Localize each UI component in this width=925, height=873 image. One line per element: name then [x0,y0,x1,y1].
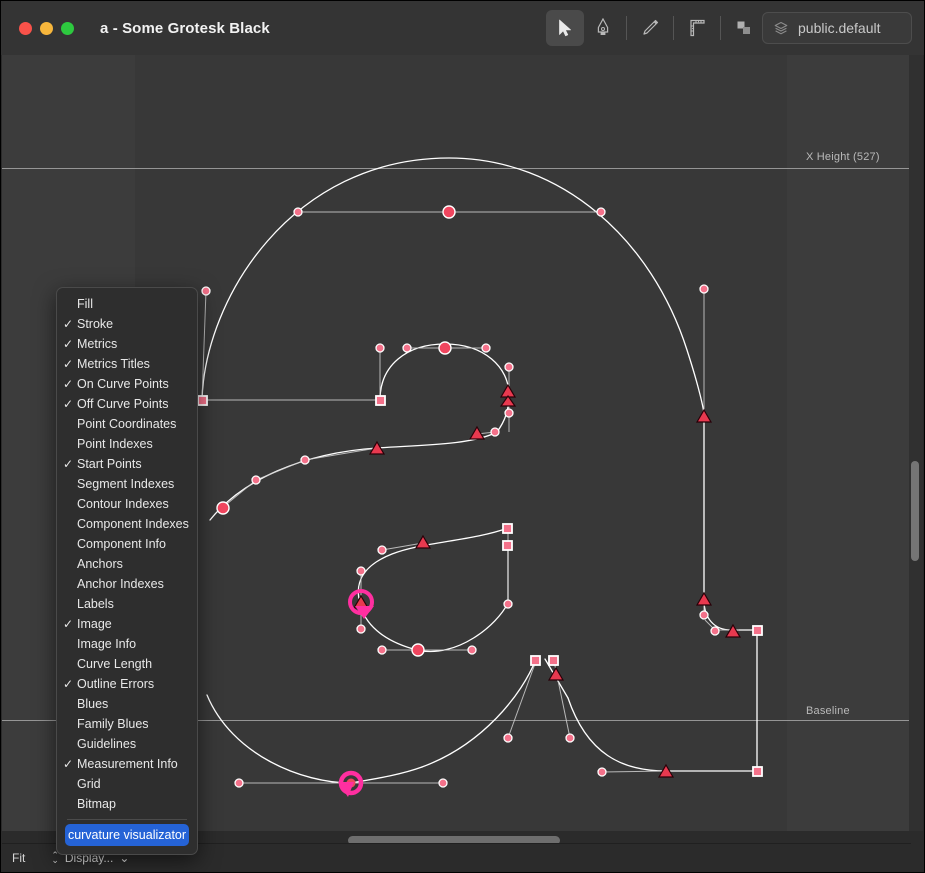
ruler-icon [689,19,705,37]
menu-item-label: Fill [77,297,93,311]
layers-icon [774,21,788,35]
menu-item-label: Start Points [77,457,142,471]
menu-item-contour-indexes[interactable]: Contour Indexes [57,494,197,514]
menu-item-label: Image [77,617,112,631]
menu-item-grid[interactable]: Grid [57,774,197,794]
menu-item-stroke[interactable]: ✓ Stroke [57,314,197,334]
outline-error-markers[interactable] [352,383,742,778]
menu-item-label: Off Curve Points [77,397,169,411]
menu-item-label: Blues [77,697,109,711]
corner-points[interactable] [197,395,763,777]
pen-tool[interactable] [584,10,622,46]
minimize-button[interactable] [40,21,53,35]
menu-item-label: Point Indexes [77,437,153,451]
checkmark-icon: ✓ [63,617,74,631]
layer-selector[interactable]: public.default [762,12,912,44]
menu-item-image-info[interactable]: Image Info [57,634,197,654]
shape-tool[interactable] [725,10,763,46]
glyph-editor-window: a - Some Grotesk Black public.default X … [0,0,925,873]
checkmark-icon: ✓ [63,317,74,331]
menu-separator [67,819,187,820]
menu-item-label: Labels [77,597,114,611]
menu-item-label: On Curve Points [77,377,169,391]
menu-item-outline-errors[interactable]: ✓ Outline Errors [57,674,197,694]
menu-item-label: Contour Indexes [77,497,169,511]
select-arrow-tool[interactable] [546,10,584,46]
menu-item-anchors[interactable]: Anchors [57,554,197,574]
menu-item-label: Stroke [77,317,114,331]
off-curve-points[interactable] [201,207,720,788]
menu-item-blues[interactable]: Blues [57,694,197,714]
checkmark-icon: ✓ [63,757,74,771]
menu-item-anchor-indexes[interactable]: Anchor Indexes [57,574,197,594]
arrow-cursor-icon [558,19,571,37]
menu-item-label: Bitmap [77,797,116,811]
title-bar: a - Some Grotesk Black public.default [1,1,924,55]
menu-item-metrics[interactable]: ✓ Metrics [57,334,197,354]
menu-item-component-info[interactable]: Component Info [57,534,197,554]
display-options-menu[interactable]: Fill ✓ Stroke ✓ Metrics ✓ Metrics Titles ✓ On Cu… [56,287,198,855]
menu-item-point-coordinates[interactable]: Point Coordinates [57,414,197,434]
checkmark-icon: ✓ [63,677,74,691]
menu-item-label: Anchor Indexes [77,577,164,591]
menu-item-family-blues[interactable]: Family Blues [57,714,197,734]
zoom-level-label[interactable]: Fit [12,851,25,865]
knife-icon [643,19,659,35]
menu-item-labels[interactable]: Labels [57,594,197,614]
window-title: a - Some Grotesk Black [100,19,270,37]
control-handles [201,211,739,784]
checkmark-icon: ✓ [63,397,74,411]
outline-paths [201,157,758,784]
menu-item-guidelines[interactable]: Guidelines [57,734,197,754]
menu-item-metrics-titles[interactable]: ✓ Metrics Titles [57,354,197,374]
menu-item-label: Component Indexes [77,517,189,531]
vertical-scrollbar-thumb[interactable] [911,461,919,561]
tool-separator-3 [720,16,721,40]
menu-item-label: Image Info [77,637,137,651]
menu-item-label: Grid [77,777,101,791]
checkmark-icon: ✓ [63,377,74,391]
menu-item-on-curve-points[interactable]: ✓ On Curve Points [57,374,197,394]
knife-tool[interactable] [631,10,669,46]
close-button[interactable] [19,21,32,35]
checkmark-icon: ✓ [63,357,74,371]
menu-item-label: Guidelines [77,737,137,751]
menu-item-off-curve-points[interactable]: ✓ Off Curve Points [57,394,197,414]
measure-tool[interactable] [678,10,716,46]
tool-palette [546,10,763,46]
menu-item-point-indexes[interactable]: Point Indexes [57,434,197,454]
menu-item-label: Segment Indexes [77,477,175,491]
menu-item-label: Point Coordinates [77,417,177,431]
menu-item-label: Metrics Titles [77,357,150,371]
tool-separator-2 [673,16,674,40]
menu-item-segment-indexes[interactable]: Segment Indexes [57,474,197,494]
menu-item-measurement-info[interactable]: ✓ Measurement Info [57,754,197,774]
menu-item-label: Curve Length [77,657,153,671]
menu-item-bitmap[interactable]: Bitmap [57,794,197,814]
checkmark-icon: ✓ [63,337,74,351]
vertical-scrollbar-track[interactable] [909,55,923,831]
pen-nib-icon [597,18,609,35]
menu-item-label: Component Info [77,537,166,551]
menu-item-component-indexes[interactable]: Component Indexes [57,514,197,534]
menu-item-label: Anchors [77,557,123,571]
layer-name-label: public.default [798,20,881,36]
on-curve-points[interactable] [216,205,456,657]
zoom-button[interactable] [61,21,74,35]
menu-item-label: Outline Errors [77,677,155,691]
menu-item-list: Fill ✓ Stroke ✓ Metrics ✓ Metrics Titles ✓ On Cu… [57,294,197,814]
menu-item-curve-length[interactable]: Curve Length [57,654,197,674]
checkmark-icon: ✓ [63,457,74,471]
menu-item-label: Family Blues [77,717,149,731]
menu-item-image[interactable]: ✓ Image [57,614,197,634]
overlapping-squares-icon [737,21,750,34]
stepper-icon: ⌃ ⌄ [51,849,59,865]
menu-item-label: Measurement Info [77,757,178,771]
menu-item-curvature-visualizator[interactable]: curvature visualizator [65,824,189,846]
window-controls [19,21,74,35]
menu-item-label: Metrics [77,337,118,351]
menu-item-start-points[interactable]: ✓ Start Points [57,454,197,474]
tool-separator-1 [626,16,627,40]
menu-item-fill[interactable]: Fill [57,294,197,314]
